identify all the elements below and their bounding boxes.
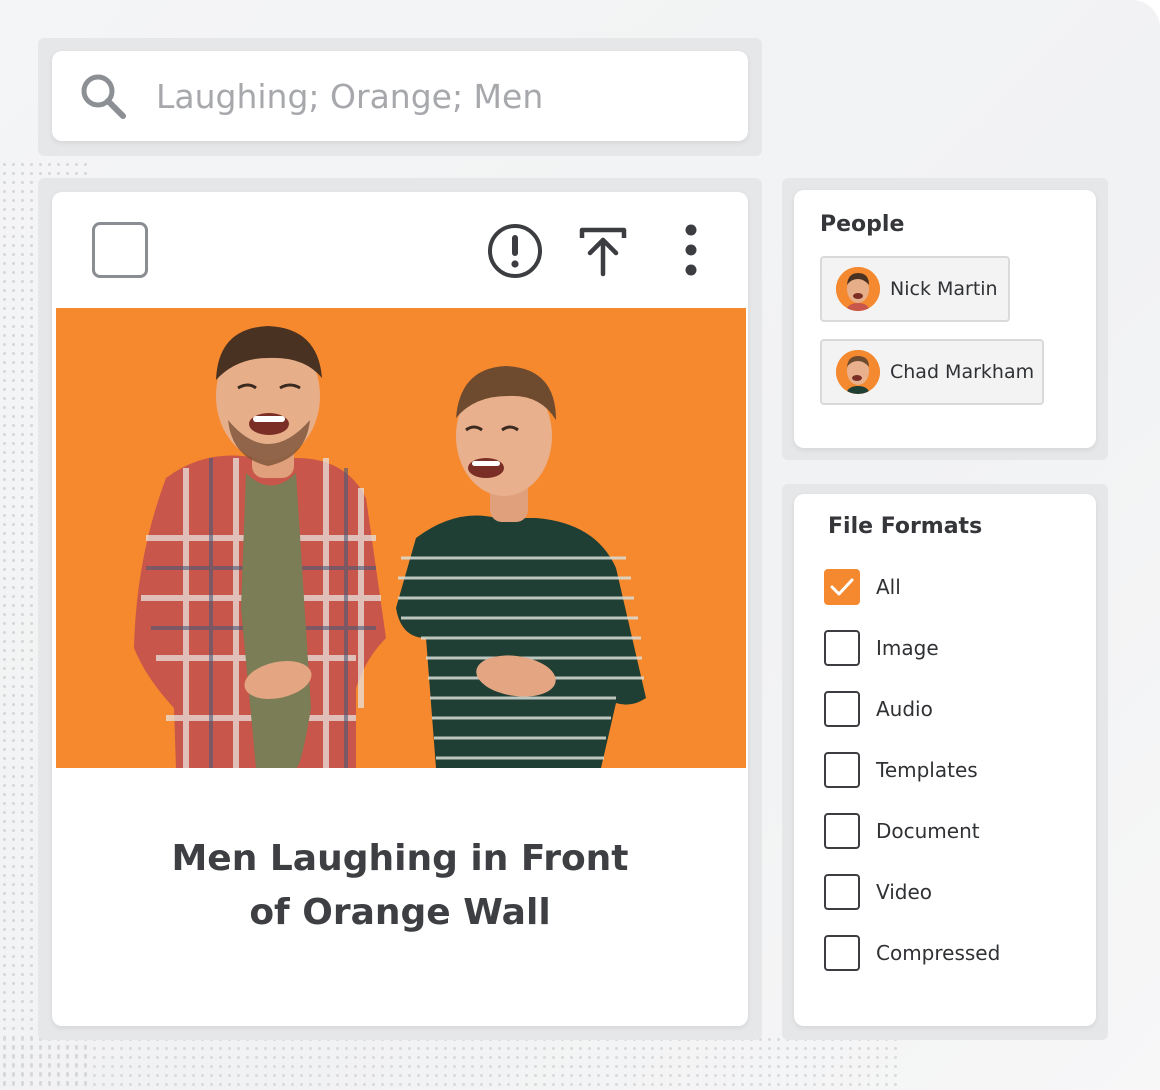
format-label: Image [876,636,939,660]
format-label: Templates [876,758,978,782]
format-option-all[interactable]: All [824,568,901,606]
format-option-compressed[interactable]: Compressed [824,934,1000,972]
avatar-face-icon [836,350,880,394]
format-option-templates[interactable]: Templates [824,751,978,789]
avatar-face-icon [836,267,880,311]
asset-card[interactable]: Men Laughing in Front of Orange Wall [52,192,748,1026]
format-option-document[interactable]: Document [824,812,980,850]
format-option-video[interactable]: Video [824,873,932,911]
photo-illustration [56,308,746,768]
format-label: Video [876,880,933,904]
person-name: Chad Markham [890,361,1035,383]
format-checkbox-all[interactable] [824,569,860,605]
format-label: Compressed [876,941,1001,965]
person-chip-chad-markham[interactable]: Chad Markham [820,339,1044,405]
share-upload-icon[interactable] [578,224,628,278]
select-asset-checkbox[interactable] [92,222,148,278]
file-formats-panel: File Formats All Image Audio Templates D… [794,494,1096,1026]
asset-title: Men Laughing in Front of Orange Wall [171,838,629,933]
alert-icon[interactable] [486,222,544,280]
format-checkbox-video[interactable] [824,874,860,910]
format-option-audio[interactable]: Audio [824,690,933,728]
search-bar [52,51,748,141]
people-title: People [820,212,905,237]
asset-photo[interactable] [56,308,746,768]
search-icon[interactable] [78,71,128,121]
decorative-dot-pattern-bottom [0,1035,900,1090]
format-checkbox-document[interactable] [824,813,860,849]
search-input[interactable] [156,69,716,123]
person-chip-nick-martin[interactable]: Nick Martin [820,256,1010,322]
format-label: All [876,575,901,599]
avatar [836,267,880,311]
format-label: Audio [876,697,933,721]
format-checkbox-templates[interactable] [824,752,860,788]
file-formats-title: File Formats [828,514,983,539]
format-checkbox-image[interactable] [824,630,860,666]
more-options-icon[interactable] [678,222,704,278]
people-panel: People Nick Martin Chad Markham [794,190,1096,448]
person-name: Nick Martin [890,278,998,300]
format-checkbox-compressed[interactable] [824,935,860,971]
avatar [836,350,880,394]
format-option-image[interactable]: Image [824,629,939,667]
checkmark-icon [830,578,854,596]
format-checkbox-audio[interactable] [824,691,860,727]
format-label: Document [876,819,980,843]
